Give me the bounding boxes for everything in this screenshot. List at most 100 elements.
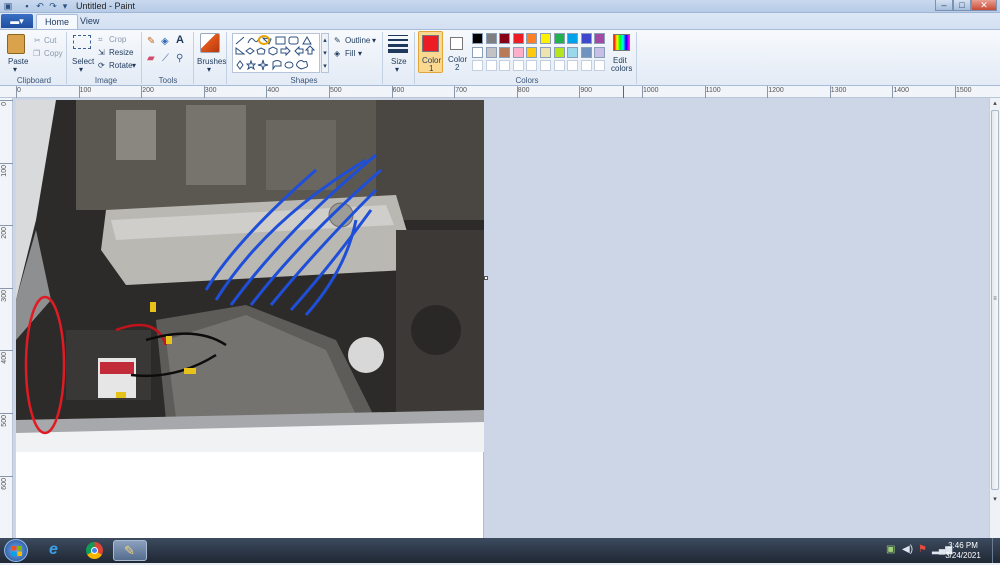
action-center-tray-icon[interactable]: ⚑ (918, 544, 927, 555)
scroll-grip-icon: ≡ (991, 296, 999, 302)
taskbar-paint[interactable]: ✎ (113, 540, 147, 561)
eraser-icon[interactable]: ▰ (147, 54, 155, 63)
shapes-group-label: Shapes (284, 76, 324, 85)
shapes-scroll[interactable]: ▴▾▾ (321, 33, 329, 73)
palette-swatch[interactable] (513, 33, 524, 44)
select-icon[interactable] (73, 35, 91, 49)
brushes-button[interactable]: Brushes (197, 57, 226, 66)
palette-swatch[interactable] (526, 47, 537, 58)
palette-swatch[interactable] (472, 47, 483, 58)
ruler-tick-label: 300 (1, 290, 8, 302)
ribbon-tabs: ▬▾ Home View (0, 13, 1000, 29)
ruler-tick (767, 86, 768, 98)
clock-time[interactable]: 3:46 PM (940, 541, 986, 550)
brushes-dropdown-icon[interactable]: ▾ (207, 65, 211, 74)
palette-swatch[interactable] (499, 47, 510, 58)
quick-access-dropdown-icon[interactable]: ▾ (60, 1, 70, 11)
outline-button[interactable]: Outline (345, 36, 370, 45)
palette-swatch-empty[interactable] (581, 60, 592, 71)
fill-dropdown-icon[interactable]: ▾ (358, 49, 362, 58)
palette-swatch[interactable] (581, 33, 592, 44)
size-icon[interactable] (388, 35, 408, 51)
start-button[interactable] (4, 539, 28, 562)
palette-swatch[interactable] (594, 47, 605, 58)
paste-icon[interactable] (7, 34, 25, 54)
palette-swatch[interactable] (540, 33, 551, 44)
brushes-icon[interactable] (200, 33, 220, 53)
color-picker-icon[interactable]: ⟋ (162, 54, 169, 63)
palette-swatch-empty[interactable] (499, 60, 510, 71)
ruler-tick (266, 86, 267, 98)
scroll-down-icon[interactable]: ▾ (991, 496, 999, 504)
palette-swatch-empty[interactable] (513, 60, 524, 71)
ruler-tick-label: 600 (393, 87, 405, 94)
text-tool-icon[interactable]: A (176, 36, 184, 45)
paste-button[interactable]: Paste (8, 57, 28, 66)
palette-swatch-empty[interactable] (526, 60, 537, 71)
rotate-button[interactable]: Rotate (109, 61, 133, 70)
scroll-up-icon[interactable]: ▴ (991, 100, 999, 108)
taskbar-internet-explorer[interactable]: e (40, 540, 74, 561)
tab-view[interactable]: View (72, 14, 107, 29)
cut-button[interactable]: Cut (44, 36, 56, 45)
palette-swatch-empty[interactable] (567, 60, 578, 71)
select-dropdown-icon[interactable]: ▾ (79, 65, 83, 74)
color2-button[interactable]: Color 2 (446, 31, 469, 73)
vertical-scrollbar[interactable]: ▴ ≡ ▾ (989, 98, 1000, 538)
rotate-dropdown-icon[interactable]: ▾ (132, 61, 136, 70)
close-button[interactable]: ✕ (971, 0, 997, 11)
palette-swatch-empty[interactable] (540, 60, 551, 71)
minimize-button[interactable]: – (935, 0, 953, 11)
fill-button[interactable]: Fill (345, 49, 355, 58)
palette-swatch[interactable] (594, 33, 605, 44)
palette-swatch-empty[interactable] (594, 60, 605, 71)
ruler-tick-label: 1100 (706, 87, 721, 94)
pasted-engine-photo[interactable] (16, 100, 484, 452)
canvas-resize-handle-right[interactable] (484, 276, 488, 280)
resize-button[interactable]: Resize (109, 48, 133, 57)
palette-swatch-empty[interactable] (554, 60, 565, 71)
taskbar-chrome[interactable] (77, 540, 111, 561)
network-tray-icon[interactable]: ▣ (886, 544, 895, 555)
palette-swatch-empty[interactable] (486, 60, 497, 71)
show-desktop-button[interactable] (992, 538, 1000, 563)
edit-colors-label-2[interactable]: colors (611, 64, 632, 73)
redo-icon[interactable]: ↷ (48, 1, 58, 11)
windows-logo-icon (5, 540, 29, 563)
palette-swatch[interactable] (540, 47, 551, 58)
fill-bucket-icon[interactable]: ◈ (161, 37, 169, 46)
paint-app-icon[interactable]: ▣ (3, 1, 13, 11)
palette-swatch[interactable] (472, 33, 483, 44)
color1-button[interactable]: Color 1 (418, 31, 443, 73)
palette-swatch[interactable] (581, 47, 592, 58)
palette-swatch[interactable] (486, 47, 497, 58)
pencil-icon[interactable]: ✎ (147, 37, 155, 46)
palette-swatch[interactable] (554, 47, 565, 58)
palette-swatch[interactable] (526, 33, 537, 44)
speaker-tray-icon[interactable]: ◀) (902, 544, 913, 555)
outline-dropdown-icon[interactable]: ▾ (372, 36, 376, 45)
ruler-tick-label: 1500 (956, 87, 972, 94)
shapes-gallery[interactable] (232, 33, 320, 73)
maximize-button[interactable]: □ (953, 0, 971, 11)
copy-button[interactable]: Copy (44, 49, 63, 58)
paste-dropdown-icon[interactable]: ▾ (13, 65, 17, 74)
palette-swatch-empty[interactable] (472, 60, 483, 71)
save-icon[interactable]: ▪ (22, 1, 32, 11)
palette-swatch[interactable] (567, 47, 578, 58)
palette-swatch[interactable] (499, 33, 510, 44)
palette-swatch[interactable] (567, 33, 578, 44)
size-dropdown-icon[interactable]: ▾ (395, 65, 399, 74)
crop-button[interactable]: Crop (109, 35, 126, 44)
ruler-tick-label: 400 (1, 352, 8, 364)
undo-icon[interactable]: ↶ (35, 1, 45, 11)
magnifier-icon[interactable]: ⚲ (176, 54, 183, 63)
palette-swatch[interactable] (486, 33, 497, 44)
edit-colors-icon[interactable] (613, 34, 630, 51)
palette-swatch[interactable] (554, 33, 565, 44)
select-button[interactable]: Select (72, 57, 94, 66)
file-menu-button[interactable]: ▬▾ (1, 14, 33, 28)
palette-swatch[interactable] (513, 47, 524, 58)
group-separator (414, 32, 415, 84)
clock-date[interactable]: 3/24/2021 (940, 551, 986, 560)
